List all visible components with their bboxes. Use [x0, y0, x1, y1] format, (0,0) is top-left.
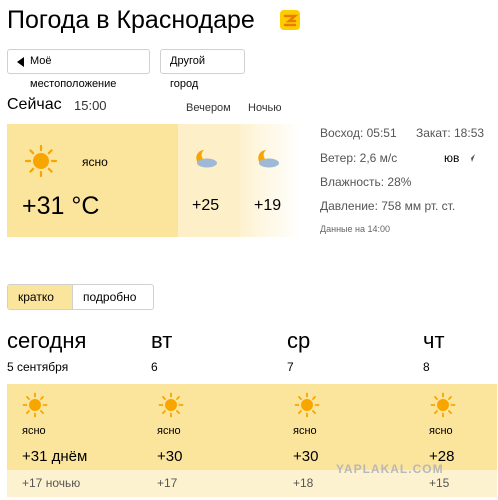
moon-cloud-icon [196, 150, 217, 168]
forecast-condition: ясно [293, 425, 317, 437]
forecast-day-name: ср [287, 328, 311, 353]
sun-icon [430, 392, 456, 418]
forecast-day-name: вт [151, 328, 173, 353]
other-city-label: Другой город [170, 55, 205, 90]
wind-direction: юв [444, 151, 460, 165]
now-time: 15:00 [74, 98, 107, 113]
current-temperature: +31 °C [22, 192, 100, 220]
other-city-button[interactable]: Другой город [160, 49, 245, 90]
forecast-condition: ясно [157, 425, 181, 437]
watermark: YAPLAKAL.COM [336, 462, 444, 476]
sun-icon [24, 144, 58, 178]
forecast-day-date: 5 сентября [7, 360, 69, 374]
forecast-day-date: 7 [287, 360, 294, 374]
forecast-low-temp: +17 ночью [22, 476, 81, 490]
my-location-button[interactable]: Моё местоположение [7, 49, 150, 90]
forecast-low-temp: +15 [429, 476, 450, 490]
data-updated-time: Данные на 14:00 [320, 224, 391, 234]
wind-info: Ветер: 2,6 м/с [320, 151, 398, 165]
forecast-high-temp: +30 [157, 448, 183, 465]
wind-direction-icon [467, 154, 475, 162]
forecast-day-name: чт [423, 328, 445, 353]
forecast-day-date: 6 [151, 360, 158, 374]
moon-cloud-icon [258, 150, 279, 168]
forecast-day-name: сегодня [7, 328, 87, 353]
forecast-condition: ясно [22, 425, 46, 437]
sunset-info: Закат: 18:53 [416, 126, 485, 140]
my-location-label: Моё местоположение [30, 55, 117, 90]
tab-brief[interactable]: кратко [8, 285, 73, 309]
night-temperature: +19 [254, 197, 282, 214]
evening-weather-panel [178, 124, 240, 237]
sun-icon [158, 392, 184, 418]
tab-detailed[interactable]: подробно [73, 285, 153, 309]
sun-icon [294, 392, 320, 418]
current-condition: ясно [82, 155, 108, 169]
forecast-view-tabs: кратко подробно [7, 284, 154, 310]
night-label: Ночью [248, 102, 282, 114]
forecast-condition: ясно [429, 425, 453, 437]
yandex-weather-logo-icon [280, 10, 300, 30]
now-label: Сейчас [7, 96, 62, 113]
forecast-high-temp: +30 [293, 448, 319, 465]
evening-label: Вечером [186, 102, 231, 114]
sun-icon [22, 392, 48, 418]
sunrise-info: Восход: 05:51 [320, 126, 397, 140]
night-weather-panel [240, 124, 301, 237]
location-arrow-icon [17, 57, 24, 67]
humidity-info: Влажность: 28% [320, 175, 412, 189]
evening-temperature: +25 [192, 197, 220, 214]
page-title: Погода в Краснодаре [7, 6, 255, 34]
forecast-high-temp: +31 днём [22, 448, 88, 465]
pressure-info: Давление: 758 мм рт. ст. [320, 199, 456, 213]
forecast-low-temp: +17 [157, 476, 178, 490]
forecast-day-date: 8 [423, 360, 430, 374]
forecast-low-temp: +18 [293, 476, 314, 490]
